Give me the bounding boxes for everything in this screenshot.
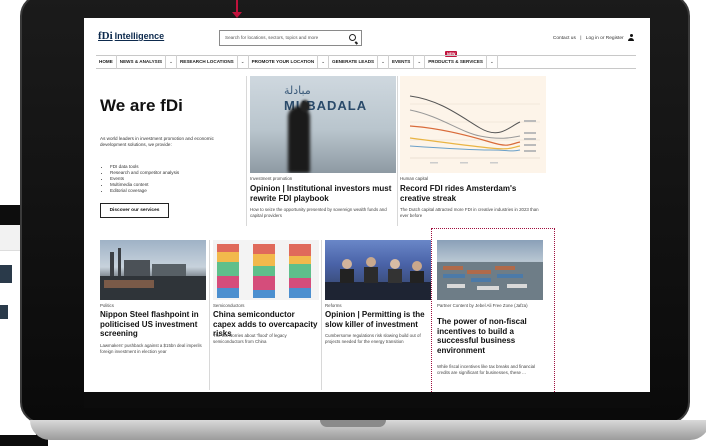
panel-discussion-image[interactable] xyxy=(325,240,431,300)
nav-item-promote-location[interactable]: PROMOTE YOUR LOCATION ⌄ xyxy=(249,55,330,69)
article-desc: Lawmakers' pushback against a $15bn deal… xyxy=(100,343,202,354)
list-item: Editorial coverage xyxy=(110,188,179,194)
divider xyxy=(209,240,210,390)
divider xyxy=(246,76,247,226)
utility-links: Contact us | Log in or Register xyxy=(550,34,634,41)
laptop-mockup: fDi Intelligence Search for locations, se… xyxy=(0,0,706,446)
semiconductor-chart-image[interactable] xyxy=(213,240,319,300)
article-tag[interactable]: Reforms xyxy=(325,303,342,308)
nav-item-research-locations[interactable]: RESEARCH LOCATIONS ⌄ xyxy=(177,55,249,69)
article-title[interactable]: Opinion | Permitting is the slow killer … xyxy=(325,310,431,329)
site-header: fDi Intelligence Search for locations, se… xyxy=(84,18,650,60)
divider xyxy=(397,76,398,226)
laptop-notch xyxy=(320,420,386,427)
chevron-down-icon[interactable]: ⌄ xyxy=(413,55,421,68)
article-desc: Cumbersome regulations risk slowing buil… xyxy=(325,333,421,344)
chevron-down-icon[interactable]: ⌄ xyxy=(377,55,385,68)
port-aerial-image[interactable] xyxy=(437,240,543,300)
search-placeholder: Search for locations, sectors, topics an… xyxy=(225,35,319,40)
chevron-down-icon[interactable]: ⌄ xyxy=(165,55,173,68)
main-nav: HOME NEWS & ANALYSIS ⌄ RESEARCH LOCATIONS… xyxy=(96,55,636,69)
nav-item-news-analysis[interactable]: NEWS & ANALYSIS ⌄ xyxy=(117,55,177,69)
divider xyxy=(321,240,322,390)
article-desc: How to seize the opportunity presented b… xyxy=(250,207,387,218)
line-chart-image[interactable] xyxy=(400,76,546,173)
chevron-down-icon[interactable]: ⌄ xyxy=(236,55,245,68)
user-icon[interactable] xyxy=(628,34,634,41)
sponsor-tag[interactable]: Partner Content by Jebel Ali Free Zone (… xyxy=(437,303,543,308)
chart-illustration xyxy=(409,95,540,164)
nav-item-events[interactable]: EVENTS ⌄ xyxy=(389,55,426,69)
hero-description: As world leaders in investment promotion… xyxy=(100,136,214,148)
chevron-down-icon[interactable]: ⌄ xyxy=(317,55,325,68)
article-title[interactable]: The power of non-fiscal incentives to bu… xyxy=(437,317,537,355)
nav-item-home[interactable]: HOME xyxy=(96,55,117,69)
services-list: FDI data tools Research and competitor a… xyxy=(104,164,179,194)
article-title[interactable]: Record FDI rides Amsterdam's creative st… xyxy=(400,184,546,203)
search-input[interactable]: Search for locations, sectors, topics an… xyxy=(219,30,362,46)
article-tag[interactable]: Investment promotion xyxy=(250,176,292,181)
nav-item-generate-leads[interactable]: GENERATE LEADS ⌄ xyxy=(329,55,389,69)
article-tag[interactable]: Politics xyxy=(100,303,114,308)
logo-mark: fDi xyxy=(98,30,113,42)
article-tag[interactable]: Semiconductors xyxy=(213,303,244,308)
screen-bottom-bezel xyxy=(84,392,650,408)
site-logo[interactable]: fDi Intelligence xyxy=(98,30,164,42)
steel-plant-image[interactable] xyxy=(100,240,206,300)
pointer-arrow-icon xyxy=(232,12,242,18)
login-link[interactable]: Log in or Register xyxy=(586,36,624,41)
article-desc: While fiscal incentives like tax breaks … xyxy=(437,364,536,375)
logo-text: Intelligence xyxy=(114,31,165,41)
hero-title: We are fDi xyxy=(100,96,183,115)
discover-services-button[interactable]: Discover our services xyxy=(100,203,169,218)
article-desc: The US worries about 'flood' of legacy s… xyxy=(213,333,287,344)
mubadala-image[interactable]: مبادلة MUBADALA xyxy=(250,76,396,173)
website-screen: fDi Intelligence Search for locations, se… xyxy=(84,18,650,408)
image-arabic-text: مبادلة xyxy=(284,84,311,97)
contact-link[interactable]: Contact us xyxy=(553,36,576,41)
article-tag[interactable]: Human capital xyxy=(400,176,428,181)
chevron-down-icon[interactable]: ⌄ xyxy=(485,55,494,68)
article-title[interactable]: Nippon Steel flashpoint in politicised U… xyxy=(100,310,206,339)
article-title[interactable]: Opinion | Institutional investors must r… xyxy=(250,184,396,203)
search-icon[interactable] xyxy=(349,34,356,41)
article-desc: The Dutch capital attracted more FDI in … xyxy=(400,207,539,218)
nav-item-products-services[interactable]: PRODUCTS & SERVICES ⌄ xyxy=(425,55,498,69)
